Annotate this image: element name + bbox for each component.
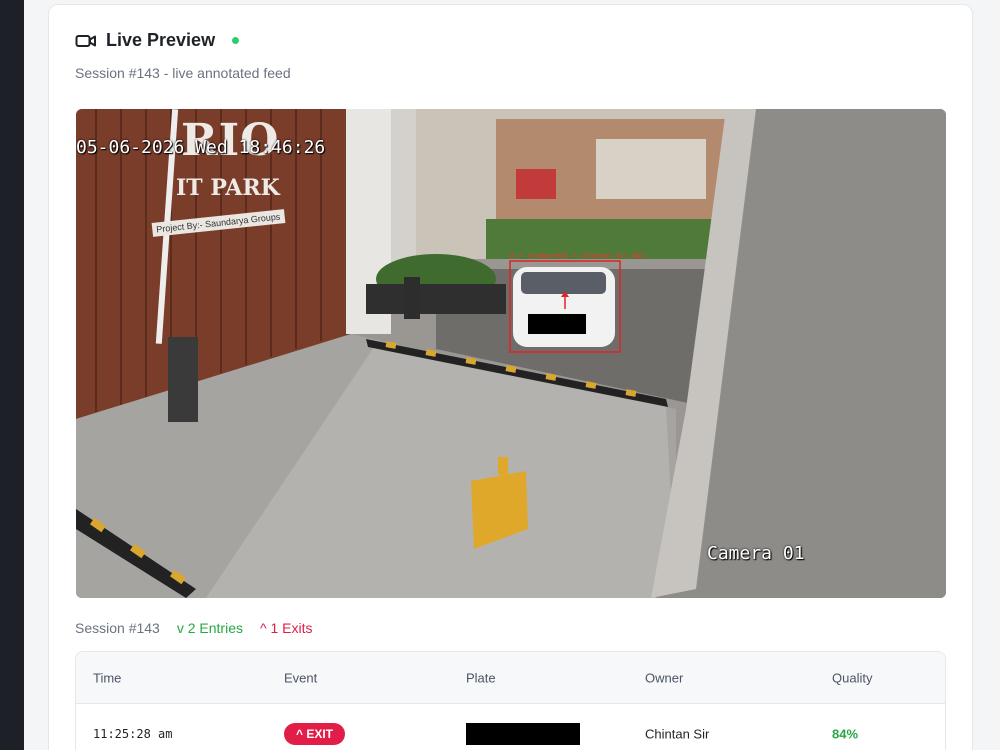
events-table: Time Event Plate Owner Quality 11:25:28 … [75,651,946,750]
live-preview-card: Live Preview Session #143 - live annotat… [48,4,973,750]
table-header: Time Event Plate Owner Quality [76,652,945,704]
live-status-indicator [232,37,240,44]
row-time: 11:25:28 am [93,727,173,741]
card-header: Live Preview [75,30,240,51]
column-header-time[interactable]: Time [93,670,121,685]
timestamp-overlay: 05-06-2026 Wed 18:46:26 [76,137,326,158]
event-badge: ^ EXIT [284,723,346,745]
session-stats: Session #143 v 2 Entries ^ 1 Exits [75,620,312,636]
exits-count: ^ 1 Exits [259,620,313,636]
page-title: Live Preview [106,30,216,50]
row-owner: Chintan Sir [645,726,710,742]
video-camera-icon [75,31,97,51]
row-quality: 84% [832,726,859,742]
column-header-plate[interactable]: Plate [466,670,496,685]
column-header-owner[interactable]: Owner [645,670,683,685]
detection-label: 0 • [redacted] • Chintan Sir 84% [510,252,645,260]
session-subtitle: Session #143 - live annotated feed [75,65,291,81]
redacted-plate [466,723,580,745]
camera-feed[interactable]: RIO IT PARK Project By:- Saundarya Group… [76,109,946,598]
column-header-event[interactable]: Event [284,670,317,685]
app-sidebar [0,0,24,750]
signage-text: IT PARK [176,175,280,201]
column-header-quality[interactable]: Quality [832,670,872,685]
camera-label-overlay: Camera 01 [707,543,805,564]
table-row[interactable]: 11:25:28 am ^ EXIT Chintan Sir 84% [76,704,945,750]
session-id: Session #143 [75,620,160,636]
right-gutter [985,0,1000,750]
entries-count: v 2 Entries [176,620,243,636]
